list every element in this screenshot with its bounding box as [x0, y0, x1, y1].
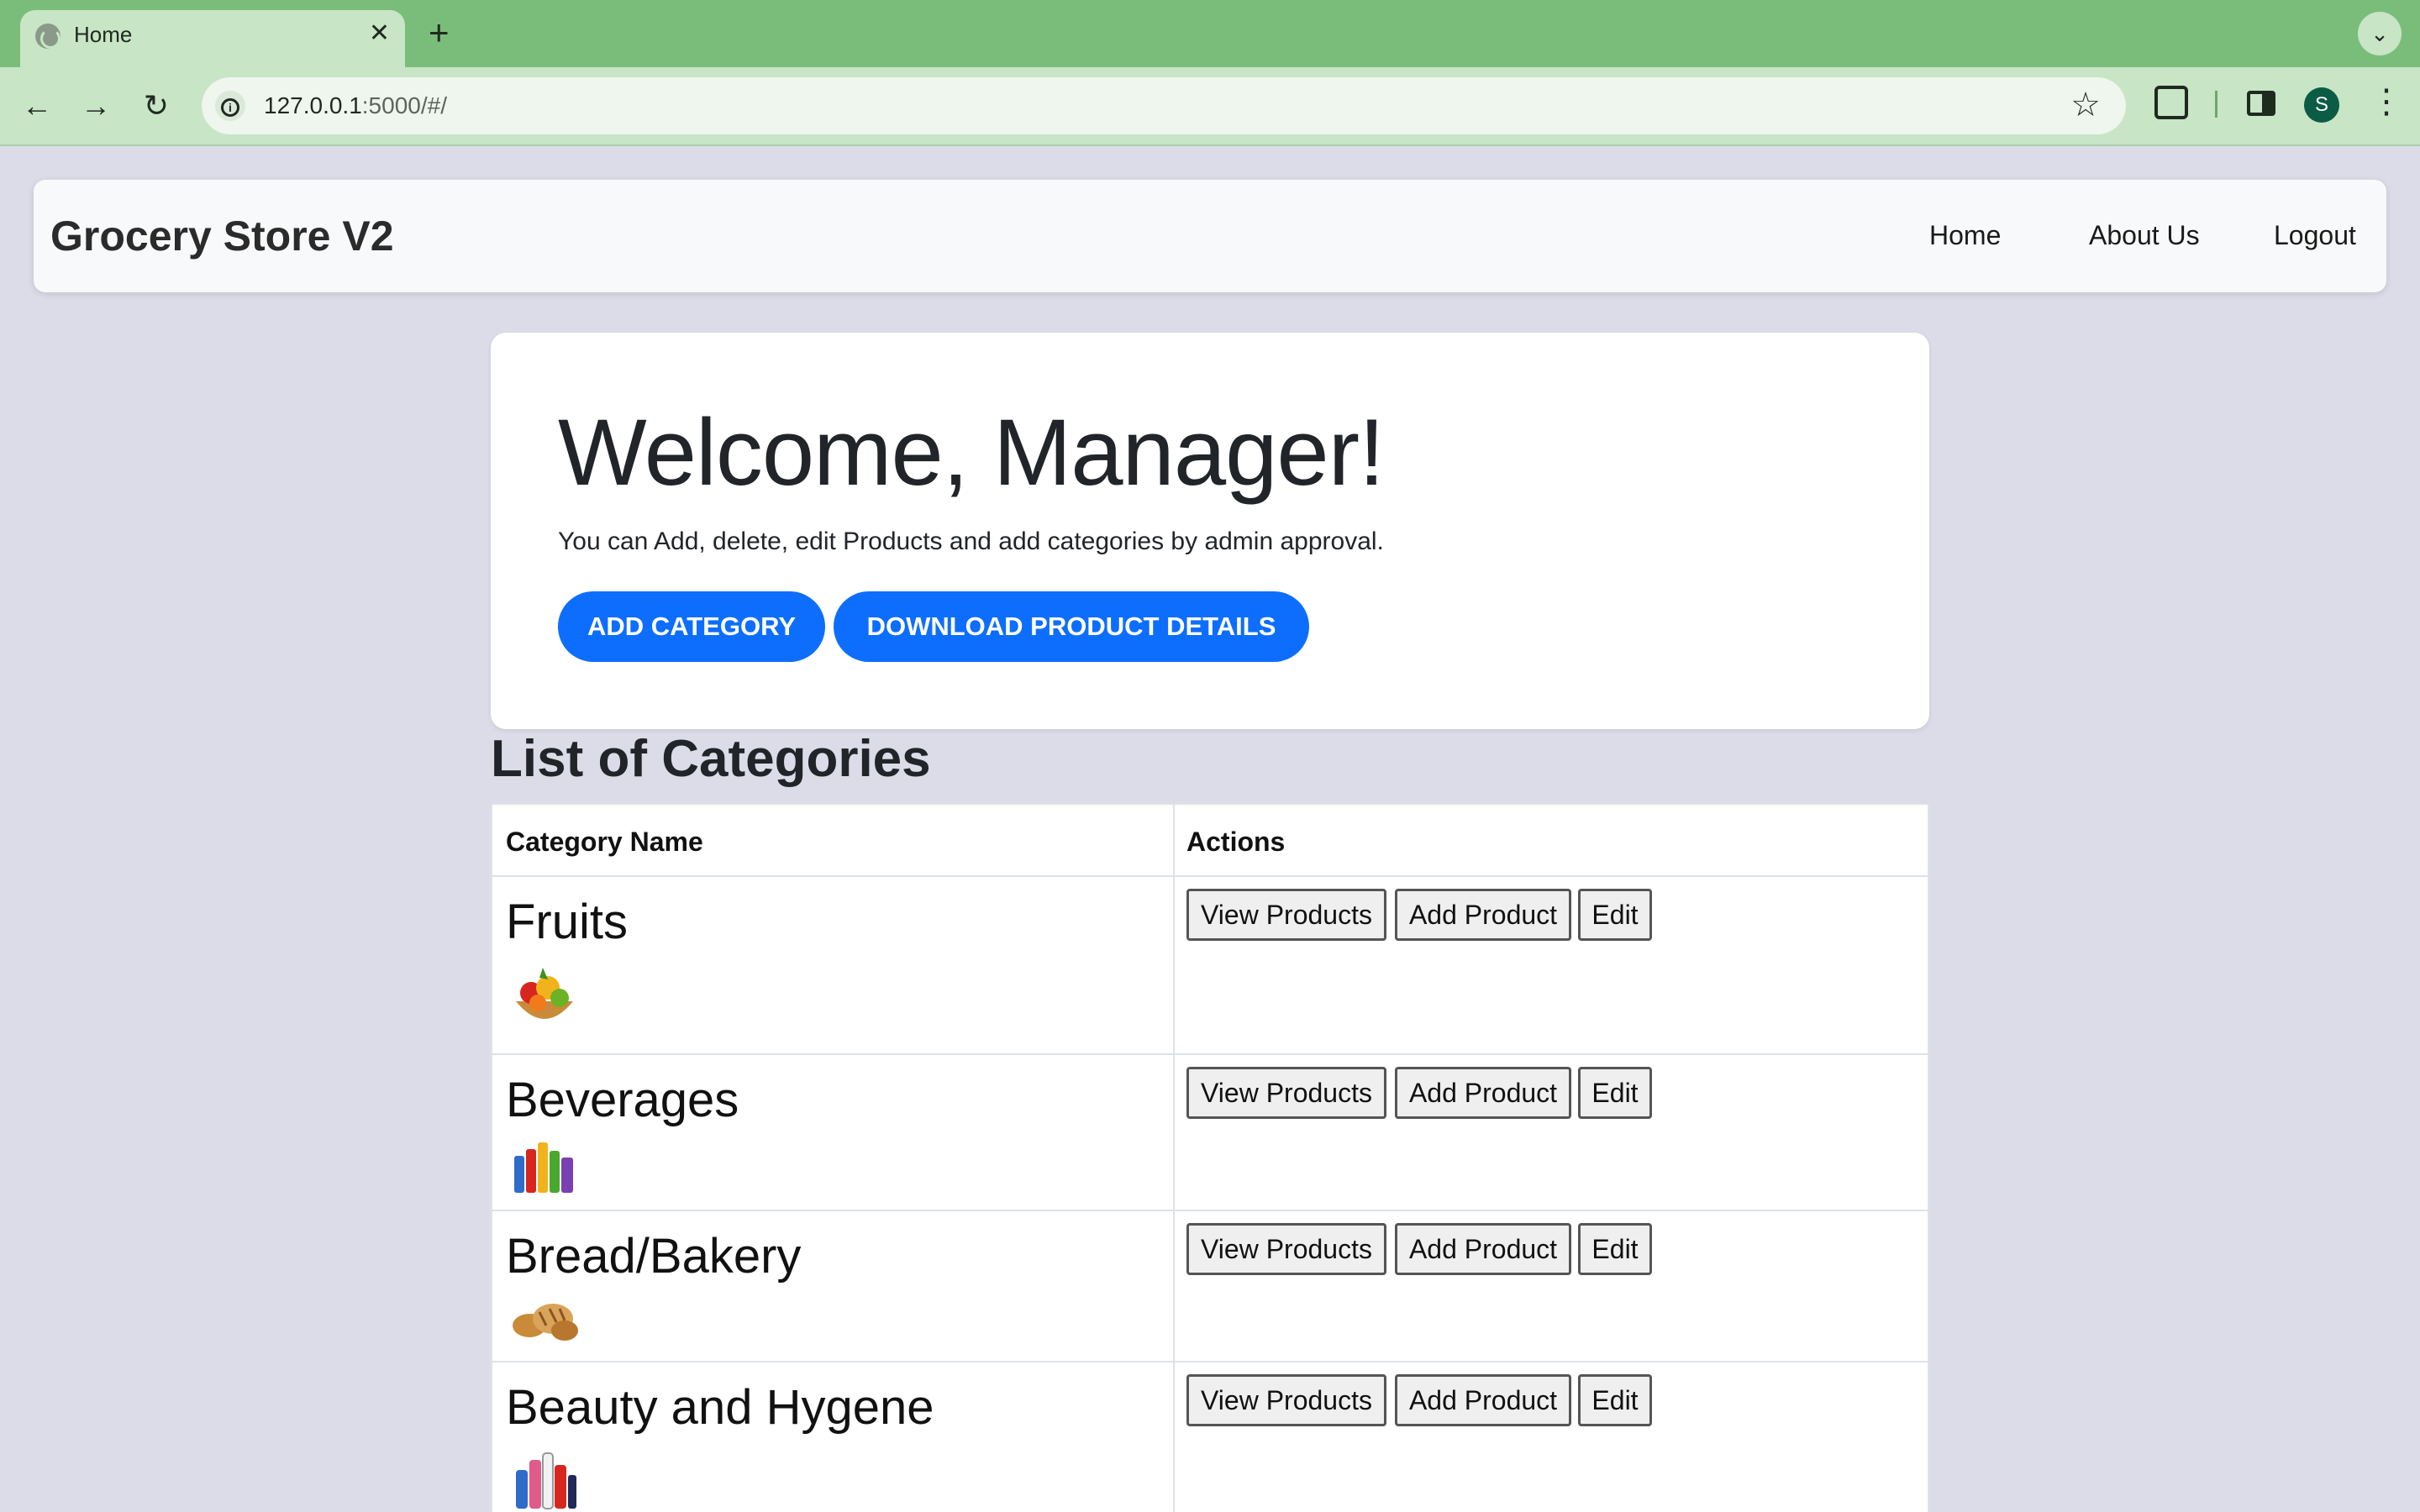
nav-link-home[interactable]: Home [1929, 220, 2001, 251]
view-products-button[interactable]: View Products [1186, 889, 1386, 941]
close-icon[interactable]: ✕ [369, 18, 390, 48]
welcome-card: Welcome, Manager! You can Add, delete, e… [491, 333, 1929, 729]
beverage-bottles-image [514, 1142, 573, 1193]
nav-link-logout[interactable]: Logout [2274, 220, 2356, 251]
url-text[interactable]: 127.0.0.1:5000/#/ [264, 92, 447, 119]
globe-icon [35, 24, 60, 49]
reload-button[interactable]: ↻ [134, 84, 178, 128]
edit-button[interactable]: Edit [1578, 889, 1652, 941]
edit-button[interactable]: Edit [1578, 1067, 1652, 1119]
browser-menu-icon[interactable]: ⋮ [2370, 82, 2403, 121]
site-info-icon[interactable]: i [215, 91, 245, 121]
row-divider [492, 1361, 1928, 1362]
tab-search-button[interactable]: ⌄ [2358, 12, 2402, 55]
add-product-button[interactable]: Add Product [1395, 1223, 1571, 1275]
welcome-heading: Welcome, Manager! [558, 400, 1385, 505]
brand-logo-text[interactable]: Grocery Store V2 [50, 212, 394, 260]
nav-link-about-us[interactable]: About Us [2089, 220, 2200, 251]
edit-button[interactable]: Edit [1578, 1223, 1652, 1275]
row-divider [492, 875, 1928, 877]
header-category-name: Category Name [506, 827, 703, 857]
view-products-button[interactable]: View Products [1186, 1374, 1386, 1426]
add-category-button[interactable]: ADD CATEGORY [558, 591, 825, 662]
back-button[interactable]: ← [15, 84, 59, 128]
row-divider [492, 1210, 1928, 1211]
category-name: Beverages [506, 1073, 739, 1127]
header-actions: Actions [1186, 827, 1286, 857]
bookmark-star-icon[interactable]: ☆ [2070, 86, 2101, 124]
url-path: :5000/#/ [361, 92, 447, 118]
new-tab-button[interactable]: + [429, 10, 450, 55]
address-bar[interactable]: i 127.0.0.1:5000/#/ ☆ [202, 77, 2126, 134]
category-name: Bread/Bakery [506, 1229, 802, 1284]
browser-toolbar: ← → ↻ i 127.0.0.1:5000/#/ ☆ [0, 67, 2420, 146]
browser-tab-home[interactable]: Home ✕ [20, 10, 405, 67]
side-panel-icon[interactable] [2247, 91, 2275, 116]
welcome-description: You can Add, delete, edit Products and a… [558, 528, 1384, 555]
app-navbar: Grocery Store V2 Home About Us Logout [34, 180, 2386, 292]
download-product-details-button[interactable]: DOWNLOAD PRODUCT DETAILS [834, 591, 1309, 662]
tab-title: Home [74, 22, 133, 47]
add-product-button[interactable]: Add Product [1395, 889, 1571, 941]
extensions-icon[interactable] [2154, 86, 2188, 119]
category-name: Fruits [506, 895, 628, 949]
beauty-products-image [516, 1452, 576, 1509]
toolbar-divider [2215, 91, 2217, 118]
edit-button[interactable]: Edit [1578, 1374, 1652, 1426]
add-product-button[interactable]: Add Product [1395, 1374, 1571, 1426]
categories-table: Category Name Actions Fruits View Produc… [491, 803, 1929, 1512]
add-product-button[interactable]: Add Product [1395, 1067, 1571, 1119]
fruit-basket-image [516, 968, 573, 1019]
url-host: 127.0.0.1 [264, 92, 362, 118]
forward-button[interactable]: → [74, 84, 118, 128]
row-divider [492, 1053, 1928, 1055]
category-name: Beauty and Hygene [506, 1380, 934, 1435]
bread-basket-image [513, 1304, 578, 1341]
column-divider [1173, 805, 1175, 1512]
view-products-button[interactable]: View Products [1186, 1067, 1386, 1119]
view-products-button[interactable]: View Products [1186, 1223, 1386, 1275]
browser-tabstrip: Home ✕ + ⌄ [0, 0, 2420, 67]
categories-heading: List of Categories [491, 730, 931, 788]
profile-avatar[interactable]: S [2304, 87, 2339, 123]
